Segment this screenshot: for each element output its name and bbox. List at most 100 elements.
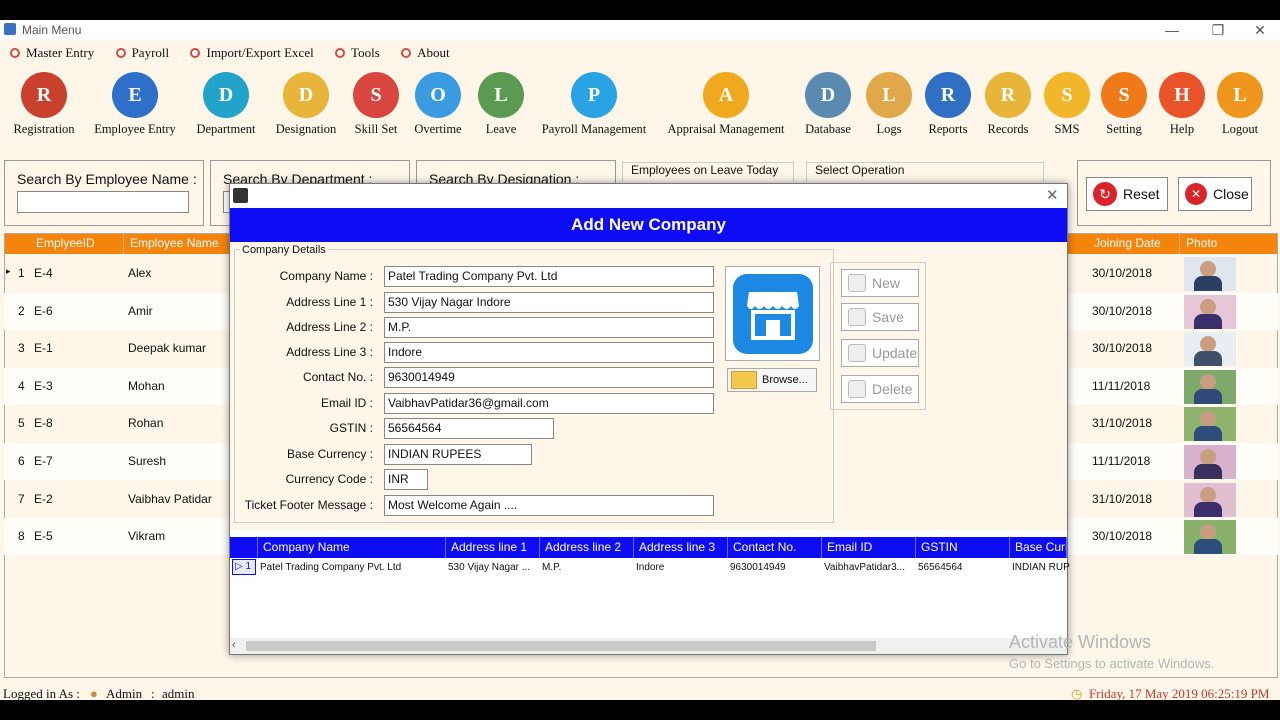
cell-employee-name: Suresh	[128, 454, 167, 468]
cell-employee-name: Vaibhav Patidar	[128, 491, 212, 506]
column-employee-id[interactable]: EmplyeeID	[30, 233, 124, 254]
employee-photo	[1184, 294, 1236, 329]
toolbar-label: Payroll Management	[541, 122, 647, 136]
column-joining-date[interactable]: Joining Date	[1088, 233, 1180, 254]
search-by-name-group: Search By Employee Name :	[4, 160, 204, 226]
cell-joining-date: 30/10/2018	[1092, 341, 1153, 356]
company-cell: 530 Vijay Nagar ...	[448, 562, 531, 573]
field-label: Company Name :	[279, 269, 373, 283]
appraisal-management-icon: A	[703, 72, 749, 118]
company-column-gstin[interactable]: GSTIN	[916, 537, 1010, 558]
employee-entry-icon: E	[112, 72, 158, 118]
row-number: 2	[18, 303, 25, 318]
logged-in-user: Admin	[106, 686, 143, 701]
dialog-action-panel: New Save Update Delete	[830, 262, 926, 410]
close-window-icon[interactable]: ✕	[1238, 20, 1280, 40]
column-photo[interactable]: Photo	[1180, 233, 1278, 254]
company-logo-box	[725, 266, 820, 361]
browse-button[interactable]: Browse...	[727, 368, 817, 392]
employees-on-leave-group: Employees on Leave Today	[622, 162, 794, 182]
restore-icon[interactable]: ❐	[1196, 20, 1240, 40]
company-grid-corner	[230, 537, 258, 558]
logged-in-role: admin	[162, 686, 195, 701]
cell-employee-id: E-6	[34, 303, 53, 318]
clock-icon: ◷	[1071, 686, 1083, 701]
cell-employee-id: E-4	[34, 266, 53, 280]
field-input-email-id[interactable]: VaibhavPatidar36@gmail.com	[384, 393, 714, 414]
field-input-gstin[interactable]: 56564564	[384, 418, 554, 439]
field-label: Address Line 1 :	[286, 295, 373, 309]
field-input-base-currency[interactable]: INDIAN RUPEES	[384, 444, 532, 465]
field-label: Address Line 2 :	[286, 320, 373, 334]
save-icon	[848, 308, 866, 326]
reset-icon: ↻	[1093, 182, 1117, 206]
cell-joining-date: 11/11/2018	[1092, 378, 1151, 393]
status-bar: Logged in As : ● Admin : admin ◷ Friday,…	[0, 684, 1280, 701]
company-column-base-curr[interactable]: Base Curr	[1010, 537, 1067, 558]
company-column-address-line-1[interactable]: Address line 1	[446, 537, 540, 558]
delete-icon	[848, 380, 866, 398]
minimize-icon[interactable]: —	[1150, 20, 1194, 40]
company-cell: 9630014949	[730, 562, 786, 573]
actions-group: ↻ Reset ✕ Close	[1077, 160, 1271, 226]
toolbar-payroll-management[interactable]: P Payroll Management	[534, 72, 654, 137]
field-input-company-name[interactable]: Patel Trading Company Pvt. Ltd	[384, 266, 714, 287]
company-grid-header: Company Name Address line 1 Address line 2…	[230, 537, 1067, 558]
reset-label: Reset	[1123, 186, 1160, 202]
reset-button[interactable]: ↻ Reset	[1086, 177, 1168, 211]
dialog-title: Add New Company	[230, 208, 1067, 242]
field-input-address-line-2[interactable]: M.P.	[384, 317, 714, 338]
company-column-company-name[interactable]: Company Name	[258, 537, 446, 558]
employee-photo	[1184, 520, 1236, 555]
field-input-contact-no[interactable]: 9630014949	[384, 367, 714, 388]
field-input-ticket-footer-message[interactable]: Most Welcome Again ....	[384, 495, 714, 516]
add-company-dialog: ✕ Add New Company Company Details Browse…	[229, 183, 1070, 655]
menu-tools[interactable]: Tools	[335, 42, 380, 64]
company-column-address-line-3[interactable]: Address line 3	[634, 537, 728, 558]
field-input-address-line-1[interactable]: 530 Vijay Nagar Indore	[384, 292, 714, 313]
employee-name-search-input[interactable]	[17, 191, 189, 213]
status-datetime: Friday, 17 May 2019 06:25:19 PM	[1089, 686, 1270, 701]
scroll-left-icon[interactable]: ‹	[232, 639, 236, 651]
column-employee-name[interactable]: Employee Name	[124, 233, 234, 254]
row-number: 5	[18, 416, 25, 431]
row-number: 6	[18, 454, 25, 468]
scrollbar-thumb[interactable]	[246, 641, 876, 651]
company-row-number: 1	[245, 561, 252, 572]
payroll-management-icon: P	[571, 72, 617, 118]
menu-master-entry[interactable]: Master Entry	[10, 42, 94, 64]
cell-joining-date: 30/10/2018	[1092, 303, 1153, 318]
cell-joining-date: 30/10/2018	[1092, 529, 1153, 544]
company-column-address-line-2[interactable]: Address line 2	[540, 537, 634, 558]
field-label: GSTIN :	[329, 421, 373, 435]
menu-import-export-excel[interactable]: Import/Export Excel	[190, 42, 314, 64]
update-button[interactable]: Update	[841, 339, 919, 367]
select-operation-group: Select Operation	[806, 162, 1044, 182]
cell-employee-id: E-5	[34, 529, 53, 544]
row-number: 3	[18, 341, 25, 356]
cell-employee-id: E-7	[34, 454, 53, 468]
menu-label: Import/Export Excel	[206, 45, 314, 60]
field-input-address-line-3[interactable]: Indore	[384, 342, 714, 363]
horizontal-scrollbar[interactable]: ‹	[230, 638, 1067, 654]
company-column-contact-no-[interactable]: Contact No.	[728, 537, 822, 558]
close-button[interactable]: ✕ Close	[1178, 177, 1252, 211]
toolbar-logout[interactable]: L Logout	[1180, 72, 1280, 137]
folder-icon	[731, 371, 757, 389]
company-cell: 56564564	[918, 562, 963, 573]
save-button[interactable]: Save	[841, 303, 919, 331]
new-button[interactable]: New	[841, 269, 919, 297]
company-cell: VaibhavPatidar3...	[824, 562, 905, 573]
menu-payroll[interactable]: Payroll	[115, 42, 169, 64]
row-number: 7	[18, 491, 25, 506]
delete-label: Delete	[872, 381, 913, 397]
delete-button[interactable]: Delete	[841, 375, 919, 403]
company-column-email-id[interactable]: Email ID	[822, 537, 916, 558]
company-row-selector[interactable]: ▷ 1	[232, 559, 256, 575]
company-grid-row[interactable]: ▷ 1 Patel Trading Company Pvt. Ltd 530 Vij…	[230, 558, 1070, 577]
registration-icon: R	[21, 72, 67, 118]
field-input-currency-code[interactable]: INR	[384, 469, 428, 490]
dialog-close-icon[interactable]: ✕	[1046, 186, 1059, 204]
menu-label: Tools	[351, 45, 380, 60]
menu-about[interactable]: About	[401, 42, 450, 64]
